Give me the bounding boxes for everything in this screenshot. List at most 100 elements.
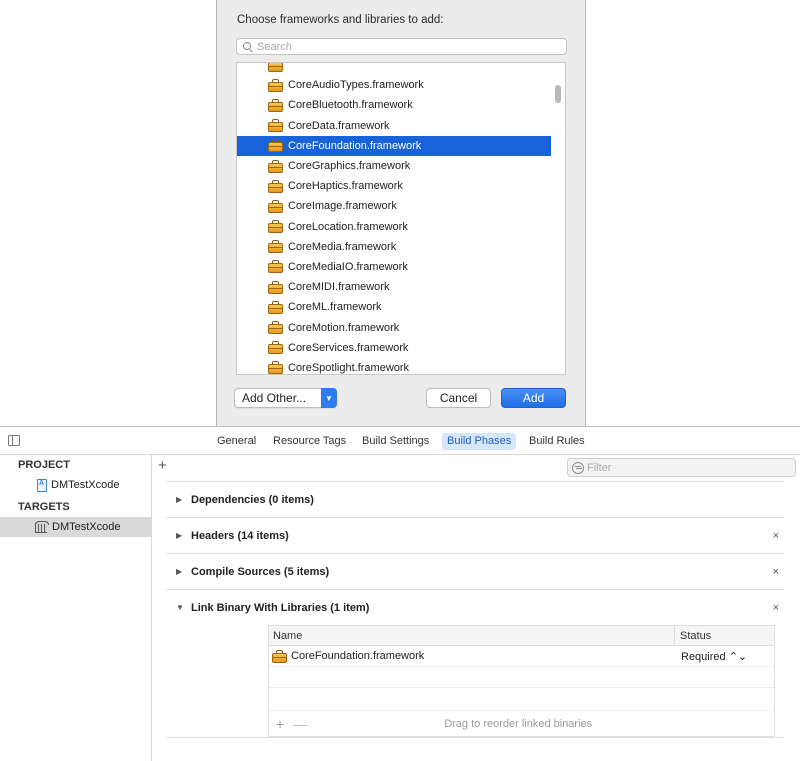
toolbox-icon: [268, 341, 283, 355]
framework-row[interactable]: CoreMotion.framework: [237, 317, 551, 337]
framework-row[interactable]: CoreMIDI.framework: [237, 277, 551, 297]
add-build-phase-button[interactable]: +: [158, 457, 167, 474]
framework-row[interactable]: CoreServices.framework: [237, 338, 551, 358]
list-scrollbar-thumb[interactable]: [555, 85, 561, 103]
framework-row[interactable]: CoreMediaIO.framework: [237, 257, 551, 277]
phase-link-binary[interactable]: ▼ Link Binary With Libraries (1 item) ×: [166, 589, 784, 625]
framework-name: CoreImage.framework: [288, 200, 397, 213]
table-footer: + — Drag to reorder linked binaries: [269, 710, 774, 736]
toolbox-icon: [268, 199, 283, 213]
close-icon[interactable]: ×: [773, 566, 779, 578]
tab-build-phases[interactable]: Build Phases: [442, 433, 517, 450]
phase-dependencies[interactable]: ▶ Dependencies (0 items): [166, 481, 784, 517]
disclosure-right-icon[interactable]: ▶: [176, 495, 188, 504]
framework-row[interactable]: CoreImage.framework: [237, 196, 551, 216]
add-other-button[interactable]: Add Other... ▼: [234, 388, 337, 408]
framework-name: CoreMotion.framework: [288, 321, 400, 334]
disclosure-down-icon[interactable]: ▼: [176, 603, 188, 612]
framework-name: CoreAudioTypes.framework: [288, 79, 424, 92]
phase-compile-sources[interactable]: ▶ Compile Sources (5 items) ×: [166, 553, 784, 589]
framework-search-field[interactable]: [236, 38, 567, 55]
disclosure-right-icon[interactable]: ▶: [176, 531, 188, 540]
remove-library-button[interactable]: —: [293, 716, 307, 732]
library-name: CoreFoundation.framework: [291, 650, 425, 662]
table-row-empty: [269, 667, 774, 688]
search-icon: [243, 41, 253, 52]
framework-name: CoreML.framework: [288, 301, 382, 314]
framework-row[interactable]: CoreData.framework: [237, 116, 551, 136]
framework-row[interactable]: CoreMedia.framework: [237, 237, 551, 257]
targets-section-header: TARGETS: [18, 501, 70, 513]
toolbox-icon: [268, 260, 283, 274]
toolbox-icon: [268, 139, 283, 153]
tab-build-rules[interactable]: Build Rules: [524, 433, 590, 450]
disclosure-right-icon[interactable]: ▶: [176, 567, 188, 576]
toolbox-icon: [268, 159, 283, 173]
tab-general[interactable]: General: [212, 433, 261, 450]
framework-name: CoreLocation.framework: [288, 220, 408, 233]
framework-row[interactable]: CoreHaptics.framework: [237, 176, 551, 196]
cancel-button[interactable]: Cancel: [426, 388, 491, 408]
project-section-header: PROJECT: [18, 459, 70, 471]
framework-search-input[interactable]: [257, 40, 557, 53]
filter-input[interactable]: [587, 461, 787, 474]
framework-row[interactable]: CoreGraphics.framework: [237, 156, 551, 176]
toolbox-icon: [272, 649, 287, 663]
toolbox-icon: [268, 179, 283, 193]
linked-libraries-table: Name Status CoreFoundation.framework Req…: [268, 625, 775, 737]
framework-row[interactable]: CoreML.framework: [237, 297, 551, 317]
framework-row[interactable]: CoreLocation.framework: [237, 217, 551, 237]
framework-name: CoreMedia.framework: [288, 240, 397, 253]
toolbox-icon: [268, 119, 283, 133]
target-item-label: DMTestXcode: [52, 521, 121, 533]
table-row[interactable]: CoreFoundation.framework Required ⌃⌄: [269, 646, 774, 667]
project-item[interactable]: DMTestXcode: [0, 475, 151, 495]
toolbox-icon: [268, 280, 283, 294]
toolbox-icon: [268, 361, 283, 374]
column-header-name[interactable]: Name: [269, 626, 675, 645]
framework-name: CoreData.framework: [288, 119, 390, 132]
framework-row[interactable]: [237, 63, 551, 75]
close-icon[interactable]: ×: [773, 602, 779, 614]
table-header: Name Status: [269, 626, 774, 646]
target-item[interactable]: DMTestXcode: [0, 517, 151, 537]
framework-row[interactable]: CoreAudioTypes.framework: [237, 75, 551, 95]
toolbox-icon: [268, 78, 283, 92]
framework-name: CoreFoundation.framework: [288, 139, 422, 152]
toolbox-icon: [268, 220, 283, 234]
toolbox-icon: [268, 321, 283, 335]
filter-field[interactable]: [567, 458, 796, 477]
toolbox-icon: [268, 300, 283, 314]
status-popup[interactable]: Required ⌃⌄: [675, 650, 747, 663]
sheet-title: Choose frameworks and libraries to add:: [237, 14, 444, 26]
add-button[interactable]: Add: [501, 388, 566, 408]
toolbox-icon: [268, 240, 283, 254]
chevron-down-icon[interactable]: ▼: [321, 388, 337, 408]
phase-divider: [166, 737, 784, 738]
framework-name: CoreBluetooth.framework: [288, 99, 413, 112]
target-editor: General Resource Tags Build Settings Bui…: [0, 426, 800, 761]
tab-build-settings[interactable]: Build Settings: [357, 433, 434, 450]
phase-label: Compile Sources (5 items): [191, 565, 330, 578]
sidebar-toggle-icon[interactable]: [8, 435, 20, 446]
framework-row[interactable]: CoreSpotlight.framework: [237, 358, 551, 374]
framework-row[interactable]: CoreFoundation.framework: [237, 135, 551, 156]
reorder-hint: Drag to reorder linked binaries: [444, 717, 593, 730]
editor-tab-bar: General Resource Tags Build Settings Bui…: [0, 427, 800, 455]
project-item-label: DMTestXcode: [51, 479, 120, 491]
toolbox-icon: [268, 98, 283, 112]
tab-resource-tags[interactable]: Resource Tags: [268, 433, 351, 450]
framework-row[interactable]: CoreBluetooth.framework: [237, 95, 551, 115]
close-icon[interactable]: ×: [773, 530, 779, 542]
target-icon: [34, 521, 49, 533]
framework-name: CoreGraphics.framework: [288, 160, 411, 173]
column-header-status[interactable]: Status: [675, 626, 711, 645]
phase-label: Link Binary With Libraries (1 item): [191, 601, 370, 614]
add-frameworks-sheet: Choose frameworks and libraries to add: …: [216, 0, 586, 426]
library-name-cell: CoreFoundation.framework: [269, 649, 675, 663]
framework-name: CoreMediaIO.framework: [288, 260, 408, 273]
phase-headers[interactable]: ▶ Headers (14 items) ×: [166, 517, 784, 553]
framework-name: CoreServices.framework: [288, 341, 409, 354]
add-library-button[interactable]: +: [276, 716, 284, 732]
framework-list[interactable]: CoreAudioTypes.framework CoreBluetooth.fr…: [236, 62, 566, 375]
